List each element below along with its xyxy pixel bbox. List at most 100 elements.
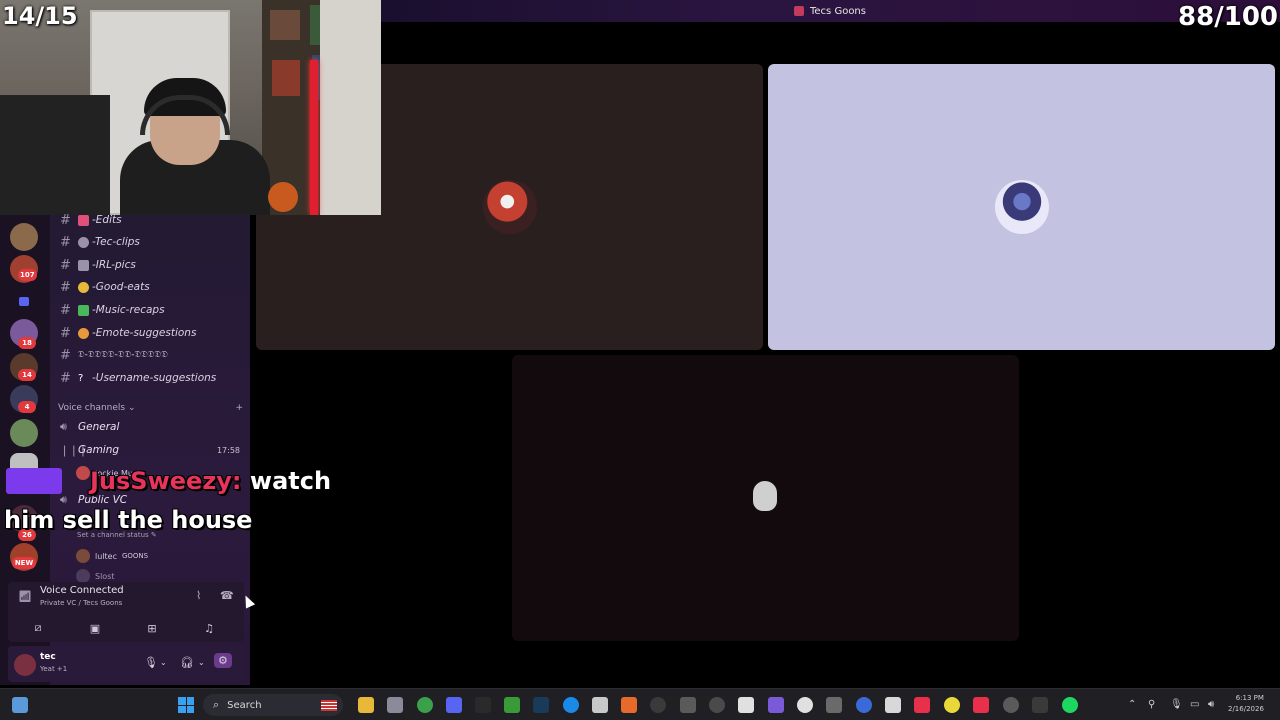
volume-icon[interactable]: 🔊︎ — [1208, 699, 1214, 710]
obs-icon[interactable] — [650, 697, 666, 713]
smiley-emoji-icon — [78, 327, 89, 339]
app-icon[interactable] — [709, 697, 725, 713]
hash-icon: # — [60, 279, 71, 295]
signal-icon[interactable]: 📶︎ — [18, 590, 32, 603]
member-name: lultec — [95, 551, 117, 561]
text-channel[interactable]: # 𝔇-𝔇𝔇𝔇𝔇-𝔇𝔇-𝔇𝔇𝔇𝔇𝔇 — [60, 345, 168, 365]
widgets-icon[interactable] — [12, 697, 28, 713]
channel-label: -IRL-pics — [92, 259, 136, 271]
disconnect-icon[interactable]: ☎︎ — [220, 589, 234, 602]
server-icon[interactable] — [10, 419, 38, 447]
voice-channel-gaming[interactable]: ❘❘❘ Gaming 17:58 — [60, 440, 240, 460]
channel-label: -Username-suggestions — [92, 372, 217, 384]
channel-label: 𝔇-𝔇𝔇𝔇𝔇-𝔇𝔇-𝔇𝔇𝔇𝔇𝔇 — [78, 350, 168, 360]
avatar[interactable] — [14, 654, 36, 676]
voice-channels-header[interactable]: Voice channels ⌄ + — [58, 403, 243, 413]
taskbar-clock[interactable]: 6:13 PM 2/16/2026 — [1228, 693, 1264, 715]
search-icon: ⌕ — [213, 698, 220, 711]
app-icon[interactable] — [563, 697, 579, 713]
voice-channel-general[interactable]: 🔊︎ General — [60, 417, 240, 437]
text-channel[interactable]: # -Edits — [60, 210, 122, 230]
video-tile-2[interactable] — [768, 64, 1275, 350]
channel-timer: 17:58 — [216, 445, 240, 455]
file-explorer-icon[interactable] — [358, 697, 374, 713]
member-name: Slost — [95, 571, 115, 581]
video-tile-3[interactable] — [512, 355, 1019, 641]
text-channel[interactable]: # -Tec-clips — [60, 232, 140, 252]
chevron-down-icon[interactable]: ⌄ — [198, 658, 205, 667]
voice-member[interactable]: lultec GOONS — [76, 548, 148, 564]
mic-tray-icon[interactable]: 🎙︎ — [1170, 699, 1183, 710]
headphones-icon[interactable]: 🎧︎ — [180, 656, 194, 669]
screen-share-icon: ▣ — [89, 621, 101, 635]
clock-date: 2/16/2026 — [1228, 705, 1264, 713]
server-icon[interactable] — [10, 223, 38, 251]
chat-text: watch — [249, 467, 332, 495]
app-icon[interactable] — [621, 697, 637, 713]
discord-app-icon — [794, 6, 804, 16]
noise-suppression-icon[interactable]: ⌇ — [196, 589, 201, 602]
channel-label: -Good-eats — [92, 281, 150, 293]
settings-gear-icon[interactable]: ⚙ — [214, 653, 232, 668]
channel-label: -Tec-clips — [92, 236, 140, 248]
screen: Tecs Goons 14/15 88/100 107 18 14 4 26 N… — [0, 0, 1280, 720]
app-icon[interactable] — [680, 697, 696, 713]
activities-button[interactable]: ⊞ — [128, 618, 176, 638]
walk-emoji-icon — [78, 259, 89, 271]
add-channel-icon[interactable]: + — [235, 403, 243, 413]
hash-icon: # — [60, 234, 71, 250]
app-icon[interactable] — [826, 697, 842, 713]
chrome-icon[interactable] — [417, 697, 433, 713]
app-icon[interactable] — [1032, 697, 1048, 713]
microphone-icon[interactable]: 🎙︎ — [144, 656, 158, 669]
channel-label: -Emote-suggestions — [92, 327, 197, 339]
app-icon[interactable] — [592, 697, 608, 713]
text-channel[interactable]: # -Emote-suggestions — [60, 323, 196, 343]
chat-username: JusSweezy: — [90, 467, 242, 495]
voice-connected-title: Voice Connected — [40, 585, 124, 596]
folder-icon[interactable] — [19, 297, 29, 306]
new-badge: NEW — [12, 557, 36, 569]
app-icon[interactable] — [1003, 697, 1019, 713]
taskbar: ⌕ Search ⌃ ⚲ 🎙︎ ▭ 🔊︎ 6:13 PM 2/16/2026 — [0, 688, 1280, 720]
screen-share-button[interactable]: ▣ — [71, 618, 119, 638]
chat-line: him sell the house — [4, 506, 253, 534]
channel-label: Gaming — [78, 444, 120, 456]
flag-icon — [321, 699, 337, 711]
display-icon[interactable]: ▭ — [1190, 699, 1199, 710]
network-icon[interactable]: ⚲ — [1148, 699, 1155, 710]
app-icon[interactable] — [738, 697, 754, 713]
app-icon[interactable] — [973, 697, 989, 713]
voice-connected-subtitle[interactable]: Private VC / Tecs Goons — [40, 599, 122, 607]
chevron-down-icon[interactable]: ⌄ — [160, 658, 167, 667]
user-status: Yeat +1 — [40, 665, 68, 673]
question-emoji-icon: ? — [78, 372, 84, 384]
steam-icon[interactable] — [533, 697, 549, 713]
app-icon[interactable] — [885, 697, 901, 713]
text-channel[interactable]: # ? -Username-suggestions — [60, 368, 216, 388]
pin-emoji-icon — [78, 214, 89, 226]
camera-off-button[interactable]: ⧄ — [14, 618, 62, 638]
chevron-up-icon[interactable]: ⌃ — [1128, 699, 1136, 710]
channel-label: -Edits — [92, 214, 122, 226]
soundboard-icon: ♫ — [204, 621, 214, 635]
app-icon[interactable] — [768, 697, 784, 713]
text-channel[interactable]: # -Good-eats — [60, 277, 150, 297]
discord-icon[interactable] — [446, 697, 462, 713]
xbox-icon[interactable] — [504, 697, 520, 713]
taskbar-search[interactable]: ⌕ Search — [203, 694, 343, 716]
text-channel[interactable]: # -IRL-pics — [60, 255, 136, 275]
spotify-icon[interactable] — [1062, 697, 1078, 713]
text-channel[interactable]: # -Music-recaps — [60, 300, 165, 320]
app-icon[interactable] — [387, 697, 403, 713]
app-icon[interactable] — [797, 697, 813, 713]
webcam-led-strip — [310, 60, 318, 215]
soundboard-button[interactable]: ♫ — [185, 618, 233, 638]
app-icon[interactable] — [944, 697, 960, 713]
channel-label: General — [78, 421, 120, 433]
windows-start-icon[interactable] — [178, 697, 194, 713]
music-app-icon[interactable] — [914, 697, 930, 713]
app-icon[interactable] — [856, 697, 872, 713]
search-label: Search — [227, 699, 262, 711]
app-icon[interactable] — [475, 697, 491, 713]
